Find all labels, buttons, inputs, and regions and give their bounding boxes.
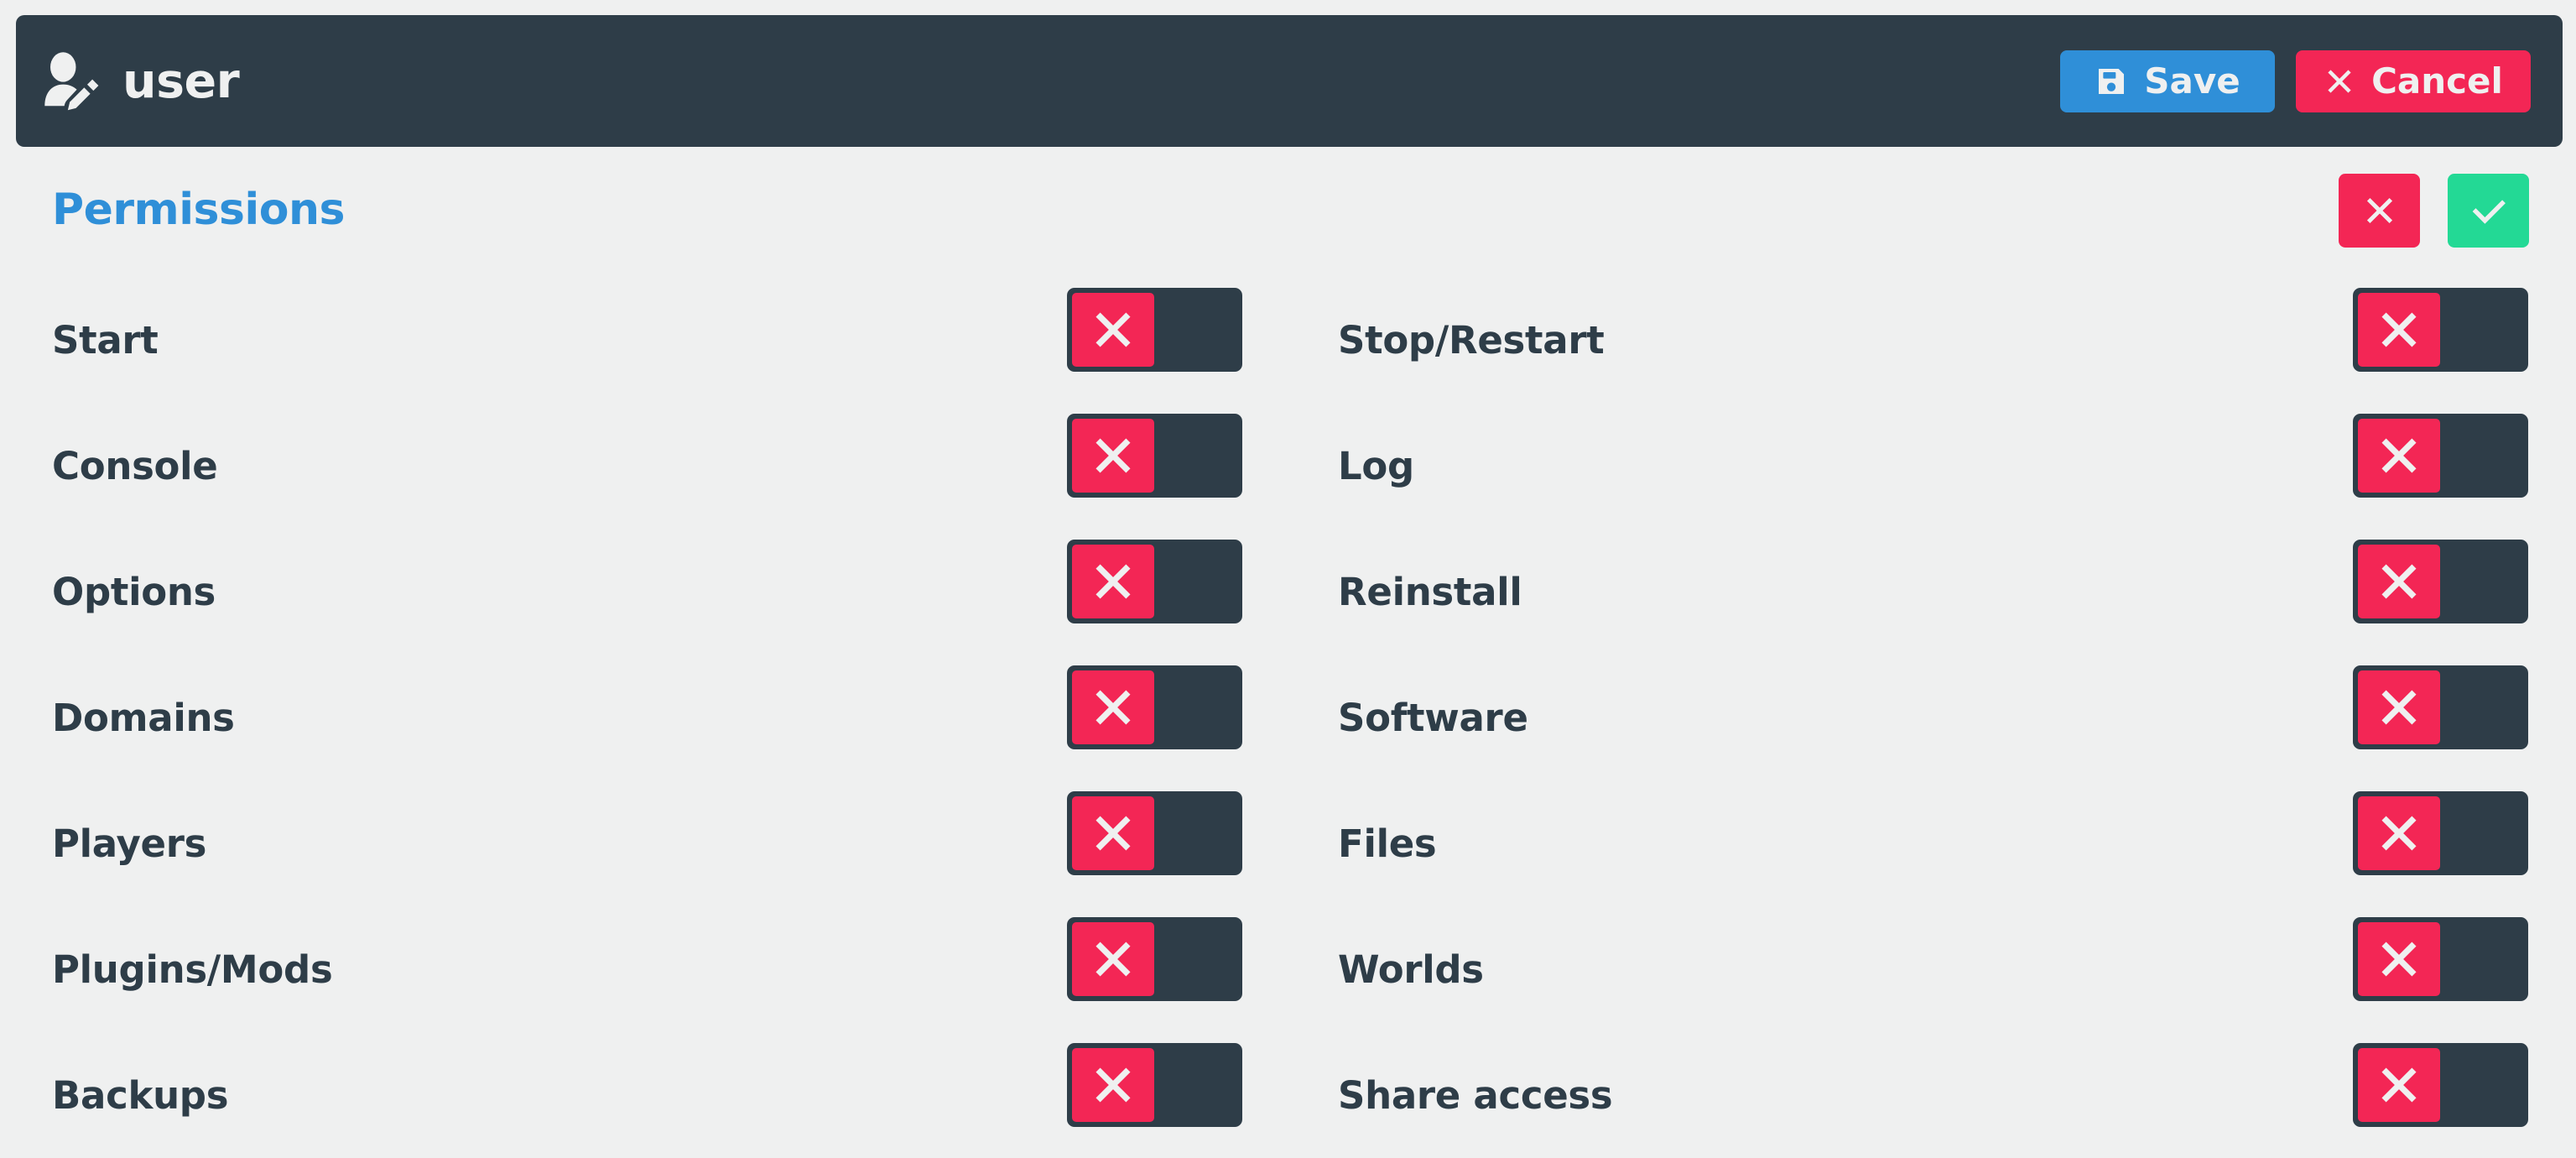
permission-toggle[interactable] — [1067, 288, 1242, 372]
user-permissions-page: user Save Cancel Permissions Start Stop/… — [0, 0, 2576, 1139]
permission-label: Reinstall — [1338, 569, 1522, 614]
toggle-knob — [2358, 419, 2440, 493]
permission-row: Stop/Restart — [1315, 277, 2576, 403]
permission-label: Start — [52, 317, 159, 363]
permission-label: Files — [1338, 821, 1437, 866]
toggle-knob — [2358, 545, 2440, 618]
permission-label: Options — [52, 569, 216, 614]
permissions-grid: Start Stop/Restart Console Log Options R… — [0, 277, 2576, 1158]
save-button-label: Save — [2144, 60, 2240, 102]
permission-row: Backups — [0, 1032, 1315, 1158]
toggle-knob — [2358, 1048, 2440, 1122]
close-x-icon — [2362, 193, 2397, 228]
permission-row: Options — [0, 529, 1315, 655]
permission-row: Domains — [0, 655, 1315, 780]
permission-label: Log — [1338, 443, 1414, 488]
deny-all-button[interactable] — [2339, 174, 2420, 248]
permission-label: Console — [52, 443, 218, 488]
permission-toggle[interactable] — [2353, 288, 2528, 372]
permission-toggle[interactable] — [1067, 917, 1242, 1001]
permission-toggle[interactable] — [2353, 917, 2528, 1001]
permissions-section-header: Permissions — [0, 164, 2576, 256]
permission-row: Console — [0, 403, 1315, 529]
permission-row: Worlds — [1315, 906, 2576, 1032]
page-title: user — [122, 53, 240, 109]
permission-label: Stop/Restart — [1338, 317, 1605, 363]
save-floppy-icon — [2095, 65, 2128, 98]
save-button[interactable]: Save — [2060, 50, 2275, 112]
permission-toggle[interactable] — [1067, 1043, 1242, 1127]
permission-label: Domains — [52, 695, 235, 740]
toggle-knob — [1072, 1048, 1154, 1122]
permission-toggle[interactable] — [1067, 540, 1242, 623]
permission-label: Worlds — [1338, 947, 1484, 992]
page-header: user Save Cancel — [16, 15, 2563, 147]
check-icon — [2469, 191, 2508, 230]
toggle-knob — [1072, 419, 1154, 493]
cancel-button-label: Cancel — [2371, 60, 2503, 102]
toggle-knob — [2358, 922, 2440, 996]
toggle-knob — [1072, 670, 1154, 744]
permission-toggle[interactable] — [2353, 414, 2528, 498]
permission-row: Files — [1315, 780, 2576, 906]
permission-row: Plugins/Mods — [0, 906, 1315, 1032]
permission-toggle[interactable] — [1067, 791, 1242, 875]
user-edit-icon — [39, 49, 104, 114]
permission-label: Plugins/Mods — [52, 947, 333, 992]
permission-label: Backups — [52, 1072, 229, 1118]
permission-row: Share access — [1315, 1032, 2576, 1158]
permission-label: Software — [1338, 695, 1528, 740]
header-actions: Save Cancel — [2060, 50, 2531, 112]
permission-label: Players — [52, 821, 207, 866]
close-x-icon — [2324, 65, 2355, 97]
permission-toggle[interactable] — [2353, 791, 2528, 875]
permission-row: Start — [0, 277, 1315, 403]
permission-toggle[interactable] — [1067, 665, 1242, 749]
toggle-knob — [2358, 293, 2440, 367]
permission-row: Log — [1315, 403, 2576, 529]
toggle-knob — [1072, 545, 1154, 618]
permission-toggle[interactable] — [2353, 1043, 2528, 1127]
permission-row: Reinstall — [1315, 529, 2576, 655]
permission-label: Share access — [1338, 1072, 1613, 1118]
allow-all-button[interactable] — [2448, 174, 2529, 248]
toggle-knob — [1072, 796, 1154, 870]
toggle-knob — [2358, 796, 2440, 870]
toggle-knob — [2358, 670, 2440, 744]
permission-row: Software — [1315, 655, 2576, 780]
permission-toggle[interactable] — [2353, 540, 2528, 623]
toggle-knob — [1072, 293, 1154, 367]
permission-toggle[interactable] — [2353, 665, 2528, 749]
bulk-actions — [2339, 174, 2529, 248]
permission-row: Players — [0, 780, 1315, 906]
permissions-title: Permissions — [52, 185, 345, 235]
permission-toggle[interactable] — [1067, 414, 1242, 498]
header-identity: user — [39, 49, 2060, 114]
cancel-button[interactable]: Cancel — [2296, 50, 2531, 112]
toggle-knob — [1072, 922, 1154, 996]
